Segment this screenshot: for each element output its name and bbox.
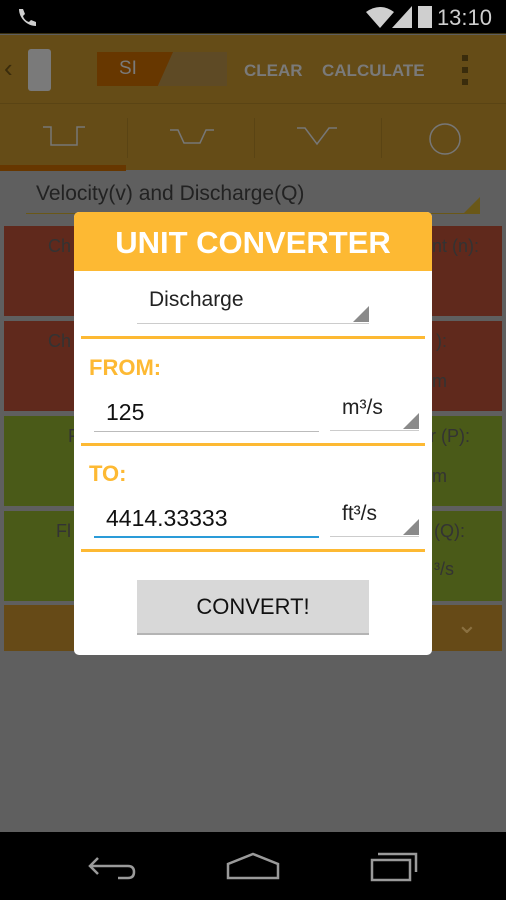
- calculator-icon[interactable]: [28, 49, 51, 91]
- row-label: (Q):: [434, 521, 465, 541]
- to-unit-value: ft³/s: [342, 502, 377, 525]
- rectangular-channel-icon: [43, 126, 85, 146]
- row-label: m: [432, 371, 447, 391]
- from-label: FROM:: [89, 355, 162, 380]
- phone-icon: [19, 9, 36, 26]
- chevron-down-icon[interactable]: ⌄: [456, 609, 478, 640]
- channel-tabs: [0, 103, 506, 171]
- circular-channel-icon: [429, 123, 461, 155]
- wifi-icon: [366, 7, 394, 28]
- row-label: ):: [436, 331, 447, 351]
- row-label: Fl: [56, 521, 71, 541]
- dialog-title: UNIT CONVERTER: [74, 212, 432, 271]
- calculate-button[interactable]: CALCULATE: [322, 61, 425, 81]
- divider: [81, 443, 425, 446]
- recent-apps-icon[interactable]: [370, 850, 420, 882]
- tab-triangular[interactable]: [255, 104, 381, 171]
- dropdown-arrow-icon: [403, 519, 419, 535]
- dropdown-arrow-icon: [464, 197, 480, 213]
- status-bar: 13:10: [0, 0, 506, 34]
- to-label: TO:: [89, 461, 127, 486]
- quantity-value: Discharge: [149, 288, 244, 311]
- divider: [81, 549, 425, 552]
- si-label: SI: [119, 58, 137, 79]
- row-label: ³/s: [434, 559, 454, 579]
- signal-icon: [392, 6, 412, 28]
- calculation-type-dropdown[interactable]: Velocity(v) and Discharge(Q): [26, 178, 480, 214]
- back-nav-icon[interactable]: [88, 854, 138, 880]
- dropdown-arrow-icon: [403, 413, 419, 429]
- unit-converter-dialog: UNIT CONVERTER Discharge FROM: m³/s TO: …: [74, 212, 432, 655]
- row-label: r (P):: [430, 426, 470, 446]
- to-unit-dropdown[interactable]: ft³/s: [330, 502, 419, 537]
- row-label: Ch: [48, 236, 72, 256]
- convert-button[interactable]: CONVERT!: [137, 580, 369, 635]
- tab-trapezoidal[interactable]: [128, 104, 254, 171]
- navigation-bar: [0, 832, 506, 900]
- dropdown-value: Velocity(v) and Discharge(Q): [36, 182, 305, 205]
- overflow-menu-icon[interactable]: [462, 55, 468, 85]
- clock: 13:10: [436, 5, 492, 30]
- back-icon[interactable]: ‹: [4, 53, 13, 84]
- row-label: nt (n):: [432, 236, 480, 256]
- to-value-input[interactable]: [94, 500, 319, 538]
- battery-icon: [418, 6, 432, 28]
- tab-rectangular[interactable]: [0, 104, 126, 171]
- home-icon[interactable]: [226, 852, 280, 880]
- quantity-dropdown[interactable]: Discharge: [137, 288, 369, 324]
- row-label: Ch: [48, 331, 72, 351]
- dropdown-arrow-icon: [353, 306, 369, 322]
- from-unit-dropdown[interactable]: m³/s: [330, 396, 419, 431]
- triangular-channel-icon: [297, 127, 337, 146]
- row-label: m: [432, 466, 447, 486]
- unit-toggle[interactable]: SI: [97, 52, 227, 86]
- divider: [81, 336, 425, 339]
- clear-button[interactable]: CLEAR: [244, 61, 303, 81]
- trapezoidal-channel-icon: [170, 129, 214, 144]
- tab-circular[interactable]: [382, 104, 506, 171]
- from-unit-value: m³/s: [342, 396, 383, 419]
- app-bar: ‹ SI CLEAR CALCULATE: [0, 35, 506, 103]
- from-value-input[interactable]: [94, 394, 319, 432]
